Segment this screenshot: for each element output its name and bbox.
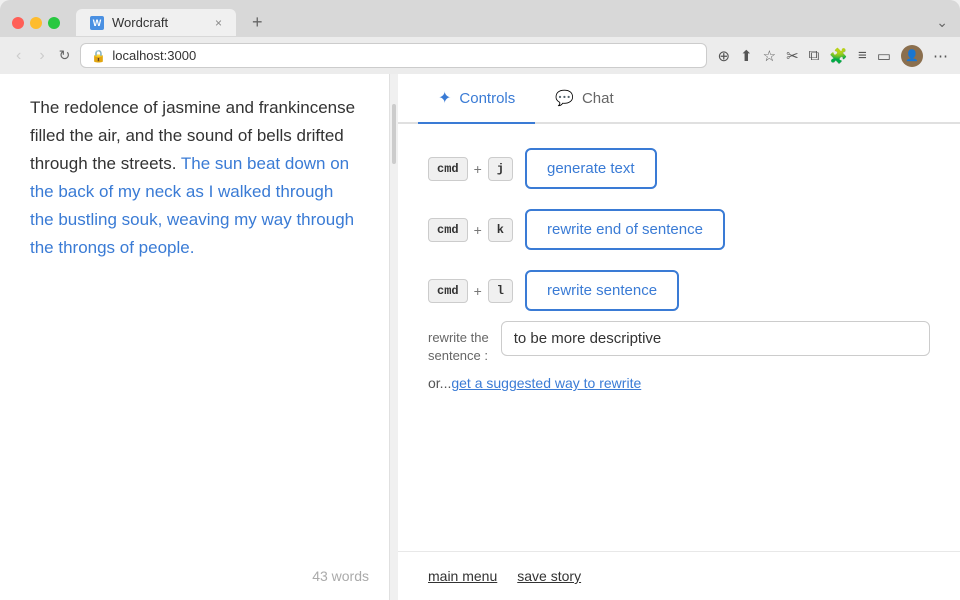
traffic-lights [12, 17, 60, 29]
minimize-window-button[interactable] [30, 17, 42, 29]
rewrite-sentence-button[interactable]: rewrite sentence [525, 270, 679, 311]
save-story-link[interactable]: save story [517, 568, 581, 584]
rewrite-sentence-section: cmd + l rewrite sentence rewrite the sen… [428, 270, 930, 391]
zoom-icon[interactable]: ⊕ [717, 47, 730, 65]
lock-icon: 🔒 [91, 49, 106, 63]
close-window-button[interactable] [12, 17, 24, 29]
main-content: The redolence of jasmine and frankincens… [0, 74, 960, 600]
cmd-key-2: cmd [428, 218, 468, 242]
reader-icon[interactable]: ≡ [858, 47, 867, 64]
panel-content: cmd + j generate text cmd + k rewrite en… [398, 124, 960, 551]
plus-3: + [474, 283, 482, 299]
suggest-prefix: or... [428, 375, 451, 391]
scrollbar-thumb[interactable] [392, 104, 396, 164]
k-key: k [488, 218, 513, 242]
bottom-bar: main menu save story [398, 551, 960, 600]
suggest-link[interactable]: get a suggested way to rewrite [451, 375, 641, 391]
extensions-icon[interactable]: 🧩 [829, 47, 848, 65]
tab-chat[interactable]: 💬 Chat [535, 74, 633, 124]
browser-window: W Wordcraft × + ⌄ ‹ › ↻ 🔒 localhost:3000… [0, 0, 960, 74]
address-bar: ‹ › ↻ 🔒 localhost:3000 ⊕ ⬆ ☆ ✂ ⧉ 🧩 ≡ ▭ 👤… [0, 37, 960, 74]
url-text: localhost:3000 [112, 48, 196, 63]
rewrite-end-button[interactable]: rewrite end of sentence [525, 209, 725, 250]
rewrite-label-line2: sentence : [428, 348, 488, 363]
panel-tabs: ✦ Controls 💬 Chat [398, 74, 960, 124]
suggest-link-row: or...get a suggested way to rewrite [428, 375, 930, 391]
new-tab-button[interactable]: + [244, 8, 271, 37]
active-tab[interactable]: W Wordcraft × [76, 9, 236, 36]
share-icon[interactable]: ⬆ [740, 47, 753, 65]
generate-text-row: cmd + j generate text [428, 148, 930, 189]
tab-title: Wordcraft [112, 15, 168, 30]
generate-text-shortcut: cmd + j [428, 157, 513, 181]
rewrite-input-row: rewrite the sentence : [428, 321, 930, 365]
main-menu-link[interactable]: main menu [428, 568, 497, 584]
controls-panel: ✦ Controls 💬 Chat cmd + j generate text [398, 74, 960, 600]
rewrite-label: rewrite the sentence : [428, 321, 489, 365]
word-count: 43 words [312, 568, 369, 584]
cmd-key-3: cmd [428, 279, 468, 303]
url-bar[interactable]: 🔒 localhost:3000 [80, 43, 707, 68]
maximize-window-button[interactable] [48, 17, 60, 29]
avatar[interactable]: 👤 [901, 45, 923, 67]
tab-dropdown-button[interactable]: ⌄ [936, 14, 948, 31]
sidebar-icon[interactable]: ▭ [877, 47, 891, 65]
rewrite-sentence-shortcut: cmd + l [428, 279, 513, 303]
bookmark-icon[interactable]: ☆ [763, 47, 776, 65]
scrollbar[interactable] [390, 74, 398, 600]
tab-favicon: W [90, 16, 104, 30]
forward-button[interactable]: › [35, 45, 48, 67]
tab-controls-label: Controls [459, 90, 515, 107]
chat-icon: 💬 [555, 89, 574, 107]
sparkle-icon: ✦ [438, 88, 451, 108]
rewrite-end-shortcut: cmd + k [428, 218, 513, 242]
back-button[interactable]: ‹ [12, 45, 25, 67]
browser-toolbar: ⊕ ⬆ ☆ ✂ ⧉ 🧩 ≡ ▭ 👤 ⋯ [717, 45, 948, 67]
l-key: l [488, 279, 513, 303]
more-menu-button[interactable]: ⋯ [933, 47, 948, 65]
rewrite-end-row: cmd + k rewrite end of sentence [428, 209, 930, 250]
tab-bar: W Wordcraft × + ⌄ [0, 0, 960, 37]
rewrite-input[interactable] [501, 321, 930, 356]
tab-controls[interactable]: ✦ Controls [418, 74, 535, 124]
editor-text: The redolence of jasmine and frankincens… [30, 94, 359, 262]
generate-text-button[interactable]: generate text [525, 148, 657, 189]
plus-1: + [474, 161, 482, 177]
rewrite-sentence-row: cmd + l rewrite sentence [428, 270, 930, 311]
j-key: j [488, 157, 513, 181]
cmd-key-1: cmd [428, 157, 468, 181]
copy-icon[interactable]: ⧉ [809, 47, 820, 64]
tab-chat-label: Chat [582, 90, 614, 107]
editor-panel: The redolence of jasmine and frankincens… [0, 74, 390, 600]
plus-2: + [474, 222, 482, 238]
refresh-button[interactable]: ↻ [59, 47, 71, 64]
rewrite-label-line1: rewrite the [428, 330, 489, 345]
tab-close-button[interactable]: × [215, 16, 222, 30]
scissors-icon[interactable]: ✂ [786, 47, 799, 65]
